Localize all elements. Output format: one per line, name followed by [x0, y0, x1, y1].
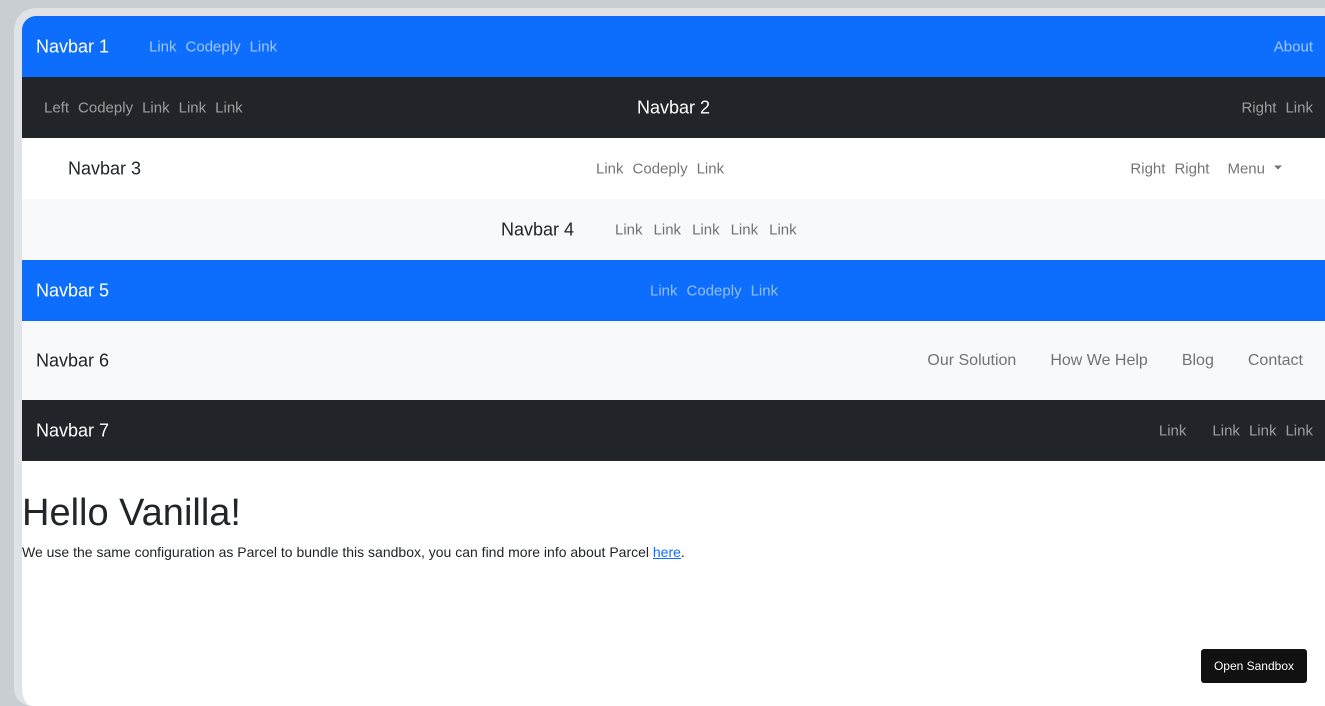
- open-sandbox-button[interactable]: Open Sandbox: [1200, 649, 1307, 683]
- navbar-4: Navbar 4 Link Link Link Link Link: [22, 199, 1325, 260]
- intro-end: .: [680, 544, 685, 560]
- navbar-1-about-link[interactable]: About: [1274, 38, 1313, 55]
- navbar-6-link-contact[interactable]: Contact: [1248, 352, 1303, 370]
- navbar-2-left-links: Left Codeply Link Link Link: [44, 99, 252, 116]
- navbar-3-link[interactable]: Link: [596, 160, 624, 177]
- navbar-5-links: Link Codeply Link: [650, 282, 787, 299]
- navbar-2-right-links: Right Link: [1232, 99, 1313, 116]
- navbar-5-link-codeply[interactable]: Codeply: [687, 282, 742, 299]
- navbar-3-menu-label: Menu: [1227, 160, 1265, 177]
- navbar-6-link-blog[interactable]: Blog: [1182, 352, 1214, 370]
- navbar-6: Navbar 6 Our Solution How We Help Blog C…: [22, 321, 1325, 400]
- navbar-5-brand[interactable]: Navbar 5: [36, 280, 109, 301]
- navbar-2-link[interactable]: Link: [142, 99, 170, 116]
- navbar-3-brand[interactable]: Navbar 3: [68, 158, 141, 179]
- navbar-6-link-our-solution[interactable]: Our Solution: [927, 352, 1016, 370]
- navbar-1-link[interactable]: Link: [149, 38, 177, 55]
- navbar-4-link[interactable]: Link: [731, 221, 759, 238]
- navbar-7-brand[interactable]: Navbar 7: [36, 420, 109, 441]
- navbar-3: Navbar 3 Link Codeply Link Right Right M…: [22, 138, 1325, 199]
- page-heading: Hello Vanilla!: [22, 492, 241, 534]
- navbar-1-links: Link Codeply Link: [149, 38, 286, 55]
- navbar-7: Navbar 7 Link Link Link Link: [22, 400, 1325, 461]
- caret-down-icon: [1274, 165, 1282, 170]
- browser-frame: Navbar 1 Link Codeply Link About Left Co…: [14, 8, 1325, 706]
- navbar-5-link[interactable]: Link: [751, 282, 779, 299]
- navbar-6-link-how-we-help[interactable]: How We Help: [1050, 352, 1148, 370]
- navbar-1-right: About: [1274, 38, 1313, 55]
- navbar-2-link[interactable]: Link: [1285, 99, 1313, 116]
- navbar-2-link[interactable]: Link: [179, 99, 207, 116]
- navbar-1-brand[interactable]: Navbar 1: [36, 36, 109, 57]
- navbar-3-link-right[interactable]: Right: [1130, 160, 1165, 177]
- navbar-2-link-right[interactable]: Right: [1241, 99, 1276, 116]
- navbar-7-link[interactable]: Link: [1285, 422, 1313, 439]
- navbar-5-link[interactable]: Link: [650, 282, 678, 299]
- navbar-4-brand[interactable]: Navbar 4: [501, 219, 574, 240]
- navbar-4-link[interactable]: Link: [769, 221, 797, 238]
- navbar-3-link-codeply[interactable]: Codeply: [633, 160, 688, 177]
- navbar-4-link[interactable]: Link: [692, 221, 720, 238]
- navbar-4-link[interactable]: Link: [615, 221, 643, 238]
- navbar-4-links: Link Link Link Link Link: [615, 221, 808, 238]
- navbar-3-center-links: Link Codeply Link: [596, 160, 733, 177]
- intro-text: We use the same configuration as Parcel …: [22, 544, 653, 560]
- navbar-5: Navbar 5 Link Codeply Link: [22, 260, 1325, 321]
- navbar-7-link[interactable]: Link: [1159, 422, 1187, 439]
- navbar-6-brand[interactable]: Navbar 6: [36, 350, 109, 371]
- navbar-7-link[interactable]: Link: [1249, 422, 1277, 439]
- navbar-6-links: Our Solution How We Help Blog Contact: [893, 352, 1303, 370]
- navbar-1: Navbar 1 Link Codeply Link About: [22, 16, 1325, 77]
- navbar-3-link[interactable]: Link: [697, 160, 725, 177]
- navbar-2-link[interactable]: Link: [215, 99, 243, 116]
- navbar-2-brand[interactable]: Navbar 2: [637, 97, 710, 118]
- navbar-1-link-codeply[interactable]: Codeply: [186, 38, 241, 55]
- navbar-3-right-links: Right Right Menu: [1121, 160, 1282, 177]
- navbar-1-link[interactable]: Link: [250, 38, 278, 55]
- intro-paragraph: We use the same configuration as Parcel …: [22, 544, 685, 560]
- navbar-3-menu-dropdown[interactable]: Menu: [1218, 160, 1282, 177]
- navbar-4-link[interactable]: Link: [654, 221, 682, 238]
- here-link[interactable]: here: [653, 544, 681, 560]
- navbar-3-link-right[interactable]: Right: [1174, 160, 1209, 177]
- navbar-2: Left Codeply Link Link Link Navbar 2 Rig…: [22, 77, 1325, 138]
- navbar-2-link-left[interactable]: Left: [44, 99, 69, 116]
- navbar-7-links: Link Link Link Link: [1159, 422, 1313, 439]
- navbar-2-link-codeply[interactable]: Codeply: [78, 99, 133, 116]
- navbar-7-link[interactable]: Link: [1212, 422, 1240, 439]
